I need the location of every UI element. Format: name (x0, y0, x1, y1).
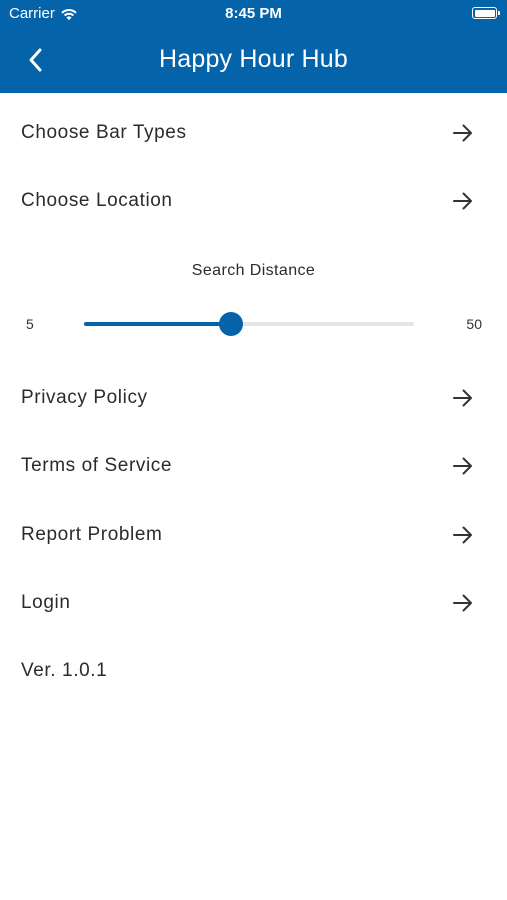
arrow-right-icon (453, 389, 472, 407)
report-problem-row[interactable]: Report Problem (0, 501, 507, 569)
slider-track-fill (84, 322, 231, 326)
arrow-right-icon (453, 124, 472, 142)
search-distance-slider[interactable] (84, 312, 414, 336)
arrow-right-icon (453, 594, 472, 612)
slider-thumb[interactable] (218, 312, 243, 336)
choose-bar-types-label: Choose Bar Types (21, 122, 187, 143)
report-problem-label: Report Problem (21, 524, 163, 545)
page-title: Happy Hour Hub (158, 45, 348, 73)
terms-of-service-row[interactable]: Terms of Service (0, 432, 507, 500)
arrow-right-icon (453, 526, 472, 544)
search-distance-title: Search Distance (191, 262, 316, 279)
choose-bar-types-row[interactable]: Choose Bar Types (0, 99, 507, 167)
choose-location-label: Choose Location (21, 190, 173, 211)
arrow-right-icon (453, 192, 472, 210)
header: Carrier 8:45 PM Happy Hour Hub (0, 0, 507, 93)
status-time: 8:45 PM (225, 5, 282, 22)
settings-screen: Carrier 8:45 PM Happy Hour Hub Choose Ba… (0, 0, 507, 900)
privacy-policy-row[interactable]: Privacy Policy (0, 364, 507, 432)
slider-max-label: 50 (466, 316, 482, 332)
battery-fill (474, 9, 495, 17)
status-bar: Carrier 8:45 PM (0, 0, 507, 28)
app-version: Ver. 1.0.1 (21, 660, 108, 681)
slider-min-label: 5 (26, 316, 34, 332)
privacy-policy-label: Privacy Policy (21, 387, 148, 408)
terms-of-service-label: Terms of Service (21, 455, 173, 476)
battery-icon (472, 7, 500, 19)
arrow-right-icon (453, 457, 472, 475)
login-row[interactable]: Login (0, 569, 507, 637)
nav-bar: Happy Hour Hub (0, 28, 507, 93)
choose-location-row[interactable]: Choose Location (0, 167, 507, 235)
login-label: Login (21, 592, 71, 613)
